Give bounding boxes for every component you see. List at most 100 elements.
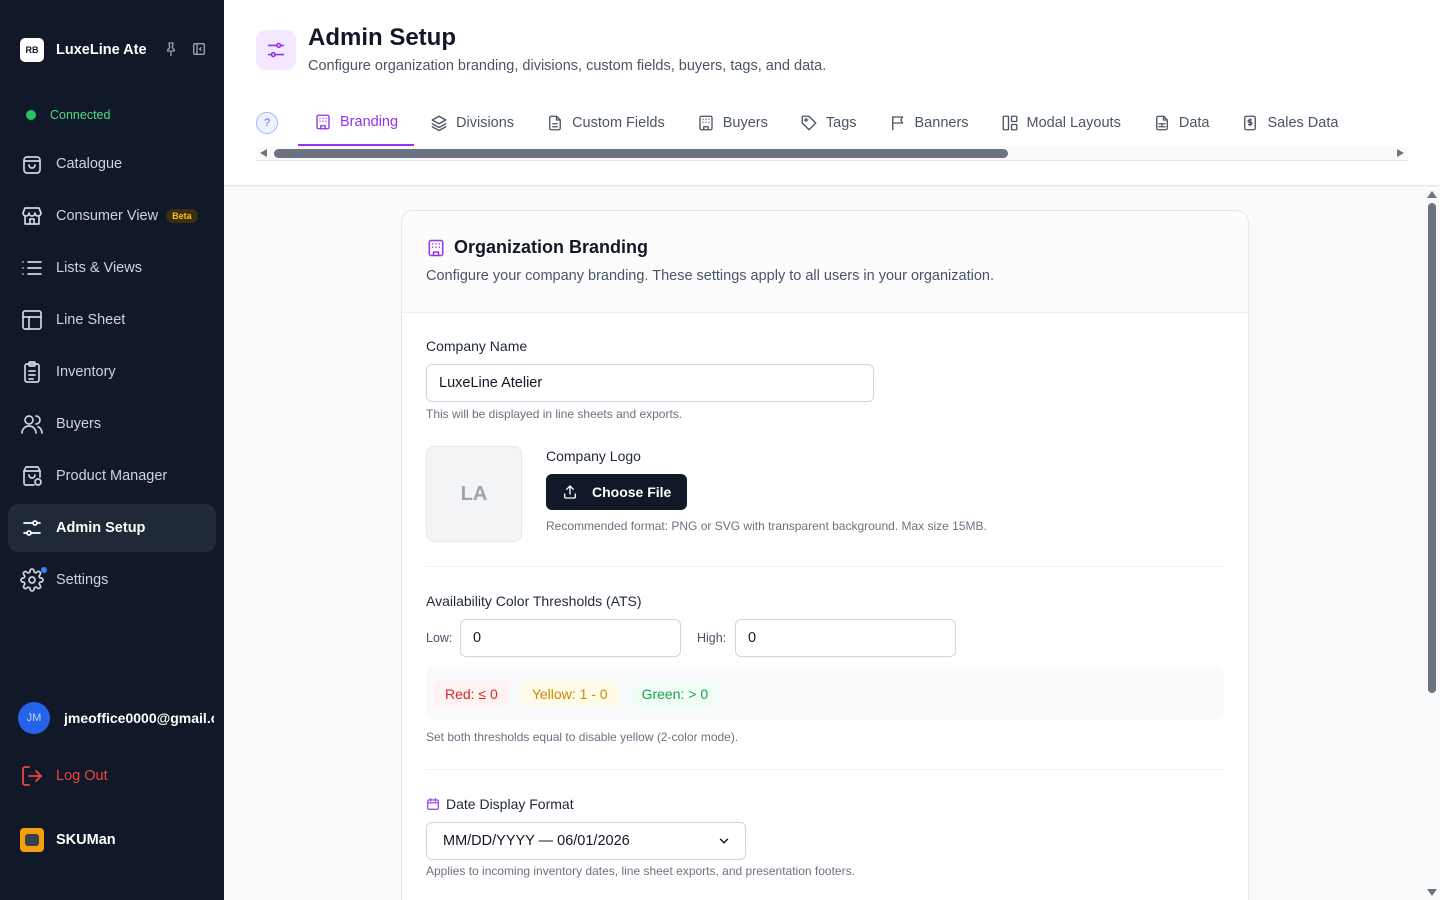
admin-setup-icon bbox=[256, 30, 296, 70]
dollar-receipt-icon bbox=[1244, 115, 1257, 131]
app-name: SKUMan bbox=[56, 832, 116, 848]
ats-help: Set both thresholds equal to disable yel… bbox=[426, 730, 739, 744]
upload-icon bbox=[564, 485, 576, 499]
sidebar-item-product-manager[interactable]: Product Manager bbox=[8, 452, 216, 500]
tab-data[interactable]: Data bbox=[1137, 100, 1226, 146]
tab-label: Custom Fields bbox=[572, 115, 665, 131]
collapse-sidebar-icon[interactable] bbox=[191, 41, 207, 57]
sidebar-item-label: Buyers bbox=[56, 416, 102, 432]
sliders-icon bbox=[23, 520, 41, 536]
sidebar-item-inventory[interactable]: Inventory bbox=[8, 348, 216, 396]
card-header: Organization Branding Configure your com… bbox=[402, 211, 1248, 313]
date-format-select[interactable]: MM/DD/YYYY — 06/01/2026 bbox=[426, 822, 746, 860]
tab-divisions[interactable]: Divisions bbox=[414, 100, 530, 146]
logo-help: Recommended format: PNG or SVG with tran… bbox=[546, 519, 987, 533]
brand-name: LuxeLine Atelier bbox=[56, 42, 146, 58]
page-title: Admin Setup bbox=[308, 24, 456, 51]
card-description: Configure your company branding. These s… bbox=[426, 268, 994, 284]
sidebar-item-label: Admin Setup bbox=[56, 520, 146, 536]
legend-green: Green: > 0 bbox=[630, 681, 720, 707]
sidebar-item-label: Settings bbox=[56, 572, 109, 588]
scrollbar-thumb[interactable] bbox=[1428, 203, 1436, 693]
brand[interactable]: RB LuxeLine Atelier bbox=[20, 38, 146, 62]
tab-branding[interactable]: Branding bbox=[298, 100, 415, 146]
sidebar-item-catalogue[interactable]: Catalogue bbox=[8, 140, 216, 188]
layout-icon bbox=[22, 310, 42, 330]
sidebar-item-label: Lists & Views bbox=[56, 260, 142, 276]
tab-label: Tags bbox=[825, 115, 857, 131]
gear-icon bbox=[20, 568, 44, 592]
status-dot bbox=[26, 110, 36, 120]
connection-status: Connected bbox=[26, 108, 110, 122]
users-icon bbox=[21, 415, 43, 434]
logout-icon bbox=[22, 766, 42, 786]
sidebar-item-settings[interactable]: Settings bbox=[8, 556, 216, 604]
ats-label: Availability Color Thresholds (ATS) bbox=[426, 593, 642, 609]
brand-logo: RB bbox=[20, 38, 44, 62]
date-format-value: MM/DD/YYYY — 06/01/2026 bbox=[443, 833, 630, 849]
tab-custom-fields[interactable]: Custom Fields bbox=[530, 100, 681, 146]
card-title: Organization Branding bbox=[426, 237, 1224, 258]
sidebar-item-consumer-view[interactable]: Consumer View Beta bbox=[8, 192, 216, 240]
clipboard-list-icon bbox=[24, 361, 40, 383]
scroll-down-arrow[interactable] bbox=[1427, 889, 1437, 896]
tab-sales-data[interactable]: Sales Data bbox=[1225, 100, 1354, 146]
sidebar-item-lists-views[interactable]: Lists & Views bbox=[8, 244, 216, 292]
tab-label: Banners bbox=[914, 115, 969, 131]
tab-banners[interactable]: Banners bbox=[873, 100, 985, 146]
chevron-down-icon bbox=[719, 838, 729, 844]
scroll-up-arrow[interactable] bbox=[1427, 191, 1437, 198]
scrollbar-thumb[interactable] bbox=[274, 149, 1008, 158]
sidebar-item-label: Inventory bbox=[56, 364, 116, 380]
tag-icon bbox=[801, 115, 817, 131]
app-logo bbox=[20, 828, 44, 852]
date-format-help: Applies to incoming inventory dates, lin… bbox=[426, 864, 855, 878]
sidebar-item-buyers[interactable]: Buyers bbox=[8, 400, 216, 448]
divider bbox=[426, 769, 1224, 770]
sidebar-item-line-sheet[interactable]: Line Sheet bbox=[8, 296, 216, 344]
tab-tags[interactable]: Tags bbox=[784, 100, 873, 146]
low-label: Low: bbox=[426, 631, 453, 645]
page-subtitle: Configure organization branding, divisio… bbox=[308, 58, 827, 74]
tab-label: Divisions bbox=[456, 115, 515, 131]
sidebar-item-admin-setup[interactable]: Admin Setup bbox=[8, 504, 216, 552]
beta-badge: Beta bbox=[166, 209, 198, 223]
date-format-label: Date Display Format bbox=[426, 796, 574, 812]
store-icon bbox=[22, 207, 42, 225]
main-content: Organization Branding Configure your com… bbox=[224, 187, 1440, 900]
tabs-scrollbar[interactable] bbox=[256, 146, 1408, 161]
tab-modal-layouts[interactable]: Modal Layouts bbox=[985, 100, 1137, 146]
pin-icon[interactable] bbox=[163, 41, 179, 57]
calendar-icon bbox=[427, 798, 439, 810]
user-profile[interactable]: JM jmeoffice0000@gmail.com bbox=[18, 702, 214, 734]
list-icon bbox=[22, 261, 42, 275]
bag-settings-icon bbox=[23, 466, 42, 486]
branding-card: Organization Branding Configure your com… bbox=[401, 210, 1249, 900]
scroll-right-arrow[interactable] bbox=[1397, 149, 1404, 157]
app-switcher[interactable]: SKUMan bbox=[20, 828, 116, 852]
tab-buyers[interactable]: Buyers bbox=[681, 100, 784, 146]
tab-label: Sales Data bbox=[1267, 115, 1339, 131]
divider bbox=[426, 566, 1224, 567]
help-icon[interactable]: ? bbox=[256, 112, 278, 134]
page-scrollbar[interactable] bbox=[1424, 187, 1440, 900]
sidebar-item-label: Catalogue bbox=[56, 156, 123, 172]
company-name-help: This will be displayed in line sheets an… bbox=[426, 407, 683, 421]
tab-label: Buyers bbox=[722, 115, 768, 131]
ats-legend: Red: ≤ 0 Yellow: 1 - 0 Green: > 0 bbox=[426, 668, 1224, 720]
company-name-input[interactable]: LuxeLine Atelier bbox=[426, 364, 874, 402]
high-threshold-input[interactable]: 0 bbox=[735, 619, 956, 657]
tab-label: Modal Layouts bbox=[1026, 115, 1121, 131]
connection-label: Connected bbox=[50, 108, 111, 122]
building-icon bbox=[699, 115, 713, 131]
scroll-left-arrow[interactable] bbox=[260, 149, 267, 157]
sidebar-item-label: Product Manager bbox=[56, 468, 168, 484]
low-threshold-input[interactable]: 0 bbox=[460, 619, 681, 657]
user-email: jmeoffice0000@gmail.com bbox=[64, 710, 214, 726]
logout-button[interactable]: Log Out bbox=[20, 764, 108, 788]
flag-icon bbox=[891, 116, 903, 131]
choose-file-button[interactable]: Choose File bbox=[546, 474, 688, 510]
file-spreadsheet-icon bbox=[1155, 115, 1168, 131]
notification-dot bbox=[41, 567, 47, 573]
legend-yellow: Yellow: 1 - 0 bbox=[520, 681, 619, 707]
